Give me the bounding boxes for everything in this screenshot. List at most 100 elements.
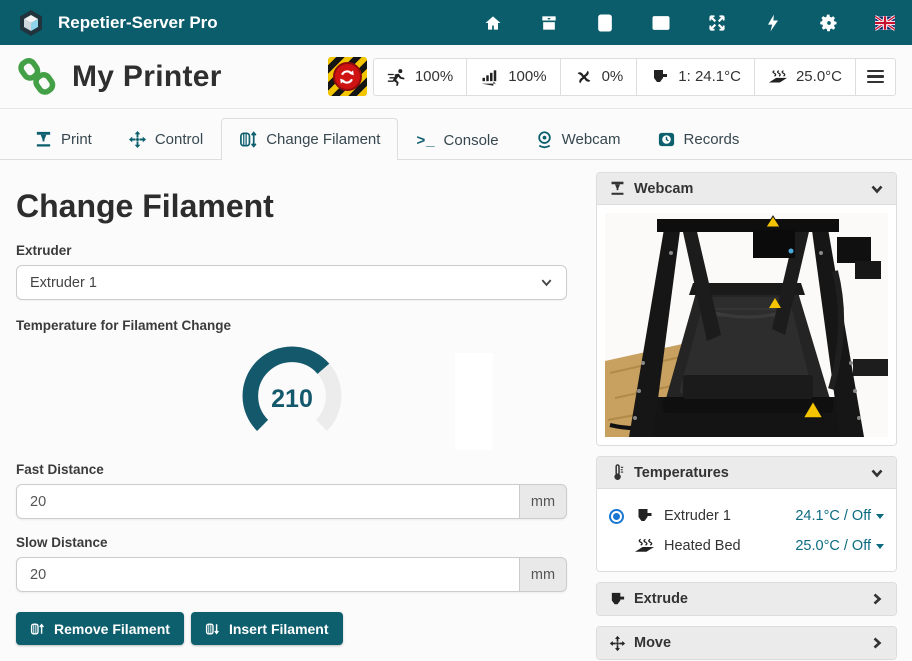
tab-console[interactable]: >_ Console	[398, 120, 516, 160]
temperature-row-extruder: Extruder 1 24.1°C / Off	[609, 501, 884, 531]
fan-value: 0%	[602, 68, 624, 85]
emergency-stop-button[interactable]	[328, 57, 367, 96]
printer-header: My Printer 100%	[0, 45, 912, 109]
webcam-image	[605, 213, 888, 437]
printer-nozzle-icon	[609, 180, 626, 197]
printers-box-icon[interactable]	[538, 12, 560, 34]
heated-bed-icon	[634, 537, 655, 555]
fan-status[interactable]: 0%	[560, 59, 637, 95]
temperature-gauge-row: 210	[16, 340, 567, 452]
console-icon: >_	[416, 132, 435, 149]
tab-change-filament[interactable]: Change Filament	[221, 118, 398, 160]
messages-mail-icon[interactable]	[650, 12, 672, 34]
fast-distance-label: Fast Distance	[16, 462, 567, 477]
app-title: Repetier-Server Pro	[58, 13, 218, 33]
print-icon	[34, 130, 53, 149]
move-panel-title: Move	[634, 635, 671, 651]
bed-temp-value: 25.0°C / Off	[795, 538, 871, 554]
printer-name: My Printer	[72, 60, 222, 94]
page-title: Change Filament	[16, 188, 567, 225]
temperatures-panel-title: Temperatures	[634, 465, 729, 481]
filament-up-icon	[30, 621, 46, 637]
chevron-down-icon	[540, 276, 553, 289]
temperature-gauge-value: 210	[240, 344, 344, 448]
printer-status-toolbar: 100% 100% 0% 1	[373, 58, 896, 96]
tab-records[interactable]: Records	[639, 118, 758, 160]
flow-bars-icon	[480, 68, 500, 86]
tab-print[interactable]: Print	[16, 118, 110, 160]
extrude-panel: Extrude	[596, 582, 897, 616]
extruder-icon	[650, 68, 670, 86]
manual-book-icon[interactable]	[594, 12, 616, 34]
webcam-panel: Webcam	[596, 172, 897, 446]
fast-distance-input[interactable]	[16, 484, 519, 519]
extruder-label: Extruder	[16, 243, 567, 258]
extruder-row-label: Extruder 1	[664, 508, 731, 524]
sidebar: Webcam	[596, 160, 897, 661]
chevron-right-icon	[870, 592, 884, 606]
temperature-row-bed: Heated Bed 25.0°C / Off	[609, 531, 884, 561]
flow-status[interactable]: 100%	[466, 59, 559, 95]
caret-down-icon	[876, 544, 884, 549]
tab-control[interactable]: Control	[110, 118, 221, 160]
speed-status[interactable]: 100%	[374, 59, 466, 95]
tab-control-label: Control	[155, 131, 203, 148]
insert-filament-label: Insert Filament	[229, 621, 329, 637]
fast-distance-unit: mm	[519, 484, 567, 519]
change-filament-panel: Change Filament Extruder Extruder 1 Temp…	[16, 160, 567, 645]
extruder-status[interactable]: 1: 24.1°C	[636, 59, 754, 95]
fan-icon	[574, 68, 594, 86]
change-filament-icon	[239, 130, 258, 149]
extruder-select[interactable]: Extruder 1	[16, 265, 567, 300]
tab-console-label: Console	[444, 132, 499, 149]
extrude-panel-title: Extrude	[634, 591, 688, 607]
temperatures-panel: Temperatures Extruder 1 24.1°C / Off	[596, 456, 897, 572]
extruder-icon	[635, 507, 654, 525]
emergency-stop-icon	[333, 62, 362, 91]
fullscreen-icon[interactable]	[706, 12, 728, 34]
webcam-icon	[535, 130, 554, 149]
remove-filament-label: Remove Filament	[54, 621, 170, 637]
control-move-icon	[128, 130, 147, 149]
speed-value: 100%	[415, 68, 453, 85]
extruder-icon	[609, 591, 626, 608]
temperature-label: Temperature for Filament Change	[16, 318, 567, 333]
slow-distance-input[interactable]	[16, 557, 519, 592]
top-navbar: Repetier-Server Pro	[0, 0, 912, 45]
temperatures-panel-header[interactable]: Temperatures	[597, 457, 896, 489]
tab-records-label: Records	[684, 131, 740, 148]
slow-distance-unit: mm	[519, 557, 567, 592]
speed-runner-icon	[387, 68, 407, 86]
insert-filament-button[interactable]: Insert Filament	[191, 612, 343, 645]
remove-filament-button[interactable]: Remove Filament	[16, 612, 184, 645]
bed-status[interactable]: 25.0°C	[754, 59, 855, 95]
tab-print-label: Print	[61, 131, 92, 148]
app-logo-icon[interactable]	[16, 8, 46, 38]
thermometer-icon	[609, 464, 626, 481]
webcam-panel-header[interactable]: Webcam	[597, 173, 896, 205]
extruder-value: 1: 24.1°C	[678, 68, 741, 85]
caret-down-icon	[876, 514, 884, 519]
move-icon	[609, 635, 626, 652]
chevron-down-icon	[870, 182, 884, 196]
settings-gear-icon[interactable]	[818, 12, 840, 34]
tab-change-filament-label: Change Filament	[266, 131, 380, 148]
move-panel: Move	[596, 626, 897, 660]
bed-temp-dropdown[interactable]: 25.0°C / Off	[795, 538, 884, 554]
tab-webcam[interactable]: Webcam	[517, 118, 639, 160]
extruder-temp-dropdown[interactable]: 24.1°C / Off	[795, 508, 884, 524]
slow-distance-label: Slow Distance	[16, 535, 567, 550]
language-flag-uk[interactable]	[874, 12, 896, 34]
extrude-panel-header[interactable]: Extrude	[597, 583, 896, 615]
home-icon[interactable]	[482, 12, 504, 34]
webcam-panel-title: Webcam	[634, 181, 693, 197]
bed-value: 25.0°C	[796, 68, 842, 85]
power-bolt-icon[interactable]	[762, 12, 784, 34]
printer-tabbar: Print Control Change Filament >_ Console…	[0, 109, 912, 160]
chevron-down-icon	[870, 466, 884, 480]
printer-menu-button[interactable]	[855, 59, 895, 95]
filament-down-icon	[205, 621, 221, 637]
extruder-selected-value: Extruder 1	[30, 275, 97, 291]
move-panel-header[interactable]: Move	[597, 627, 896, 659]
extruder-radio[interactable]	[609, 509, 624, 524]
